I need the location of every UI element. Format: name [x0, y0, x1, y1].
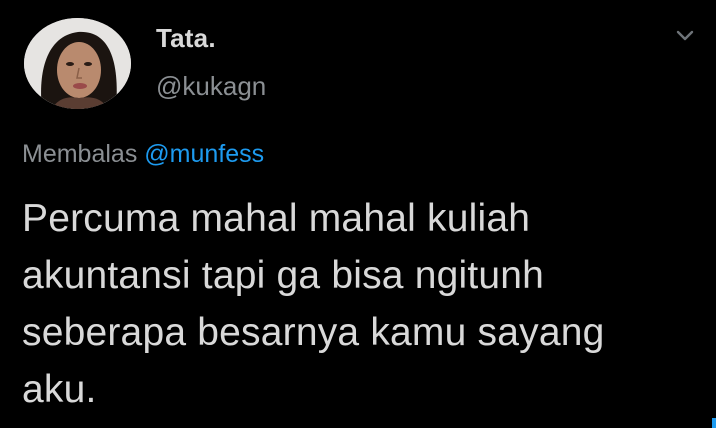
reply-context: Membalas @munfess — [22, 140, 264, 169]
avatar[interactable] — [24, 18, 131, 109]
reply-prefix: Membalas — [22, 140, 138, 168]
edge-indicator — [712, 418, 716, 428]
profile-photo — [24, 18, 131, 109]
tweet-text-line: akuntansi tapi ga bisa ngitunh — [22, 254, 545, 297]
display-name[interactable]: Tata. — [156, 23, 216, 54]
user-handle[interactable]: @kukagn — [156, 71, 266, 102]
tweet-text-line: seberapa besarnya kamu sayang — [22, 311, 605, 354]
tweet-card: Tata. @kukagn Membalas @munfess Percuma … — [0, 0, 716, 428]
tweet-text: Percuma mahal mahal kuliah akuntansi tap… — [22, 190, 702, 418]
tweet-text-line: Percuma mahal mahal kuliah — [22, 197, 531, 240]
tweet-text-line: aku. — [22, 368, 97, 411]
reply-mention-link[interactable]: @munfess — [144, 140, 264, 168]
chevron-down-icon[interactable] — [670, 24, 700, 48]
